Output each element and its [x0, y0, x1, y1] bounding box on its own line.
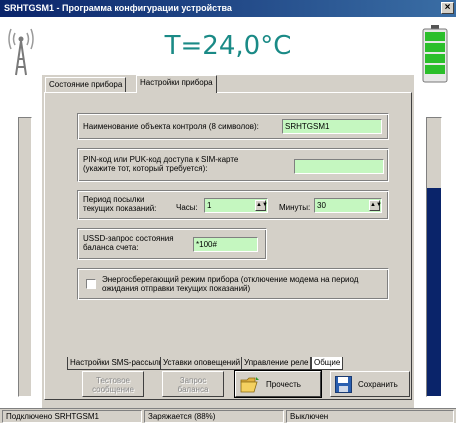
subtab-alerts[interactable]: Уставки оповещений [160, 357, 244, 370]
subtab-sms[interactable]: Настройки SMS-рассылки [67, 357, 170, 370]
minutes-value: 30 [317, 201, 326, 210]
battery-panel [414, 17, 456, 408]
balance-request-label-line1: Запрос [179, 376, 207, 385]
period-group: Период посылки текущих показаний: Часы: … [77, 190, 389, 220]
save-button[interactable]: Сохранить [330, 371, 410, 397]
period-label-line1: Период посылки [83, 195, 145, 204]
hours-spin-arrows-icon[interactable]: ▲▼ [255, 200, 268, 211]
period-label-line2: текущих показаний: [83, 204, 157, 213]
signal-level-bar [18, 117, 32, 397]
balance-request-label-line2: баланса [177, 385, 209, 394]
minutes-label: Минуты: [279, 203, 311, 212]
ussd-label-line2: баланса счета: [83, 243, 139, 252]
status-bar: Подключено SRHTGSM1 Заряжается (88%) Вык… [0, 408, 456, 423]
pin-group: PIN-код или PUK-код доступа к SIM-карте … [77, 148, 389, 182]
object-name-label: Наименование объекта контроля (8 символо… [83, 122, 259, 131]
tab-device-settings[interactable]: Настройки прибора [136, 75, 217, 93]
folder-open-icon [240, 377, 259, 393]
read-button-label: Прочесть [266, 380, 301, 389]
battery-icon [422, 25, 448, 83]
energy-saving-checkbox[interactable] [86, 279, 96, 289]
save-button-label: Сохранить [358, 380, 398, 389]
signal-panel [0, 17, 42, 408]
status-connection: Подключено SRHTGSM1 [2, 410, 142, 423]
battery-level-fill [427, 187, 441, 396]
object-name-input[interactable]: SRHTGSM1 [282, 119, 382, 134]
status-charging: Заряжается (88%) [144, 410, 284, 423]
hours-spinbox[interactable]: 1 ▲▼ [204, 198, 268, 213]
settings-page: Наименование объекта контроля (8 символо… [44, 92, 412, 400]
battery-level-bar [426, 117, 442, 397]
pin-label-line1: PIN-код или PUK-код доступа к SIM-карте [83, 155, 239, 164]
object-name-group: Наименование объекта контроля (8 символо… [77, 113, 389, 140]
minutes-spin-arrows-icon[interactable]: ▲▼ [369, 200, 382, 211]
test-message-label-line1: Тестовое [96, 376, 130, 385]
temperature-readout: T=24,0°C [164, 31, 292, 61]
test-message-button[interactable]: Тестовое сообщение [82, 371, 144, 397]
energy-label-line2: ожидания отправки текущих показаний) [102, 284, 251, 293]
window-title: SRHTGSM1 - Программа конфигурации устрой… [4, 3, 232, 13]
subtab-general[interactable]: Общие [311, 357, 344, 370]
subtab-relay[interactable]: Управление реле [241, 357, 312, 370]
main-window: T=24,0°C Состояние прибора Настройки при… [0, 17, 456, 408]
hours-value: 1 [207, 201, 212, 210]
energy-group: Энергосберегающий режим прибора (отключе… [77, 268, 389, 300]
hours-label: Часы: [176, 203, 198, 212]
temperature-panel: T=24,0°C [42, 17, 414, 75]
ussd-group: USSD-запрос состояния баланса счета: *10… [77, 228, 267, 260]
energy-label-line1: Энергосберегающий режим прибора (отключе… [102, 275, 359, 284]
ussd-input[interactable]: *100# [193, 237, 258, 252]
test-message-label-line2: сообщение [92, 385, 134, 394]
status-power: Выключен [286, 410, 454, 423]
title-bar: SRHTGSM1 - Программа конфигурации устрой… [0, 0, 456, 17]
antenna-icon [8, 28, 34, 76]
pin-label-line2: (укажите тот, который требуется): [83, 164, 208, 173]
close-button[interactable]: × [441, 2, 454, 14]
read-button[interactable]: Прочесть [234, 370, 322, 398]
tab-device-status[interactable]: Состояние прибора [45, 77, 127, 93]
minutes-spinbox[interactable]: 30 ▲▼ [314, 198, 382, 213]
floppy-disk-icon [335, 376, 352, 393]
balance-request-button[interactable]: Запрос баланса [162, 371, 224, 397]
ussd-label-line1: USSD-запрос состояния [83, 234, 174, 243]
pin-input[interactable] [294, 159, 384, 174]
